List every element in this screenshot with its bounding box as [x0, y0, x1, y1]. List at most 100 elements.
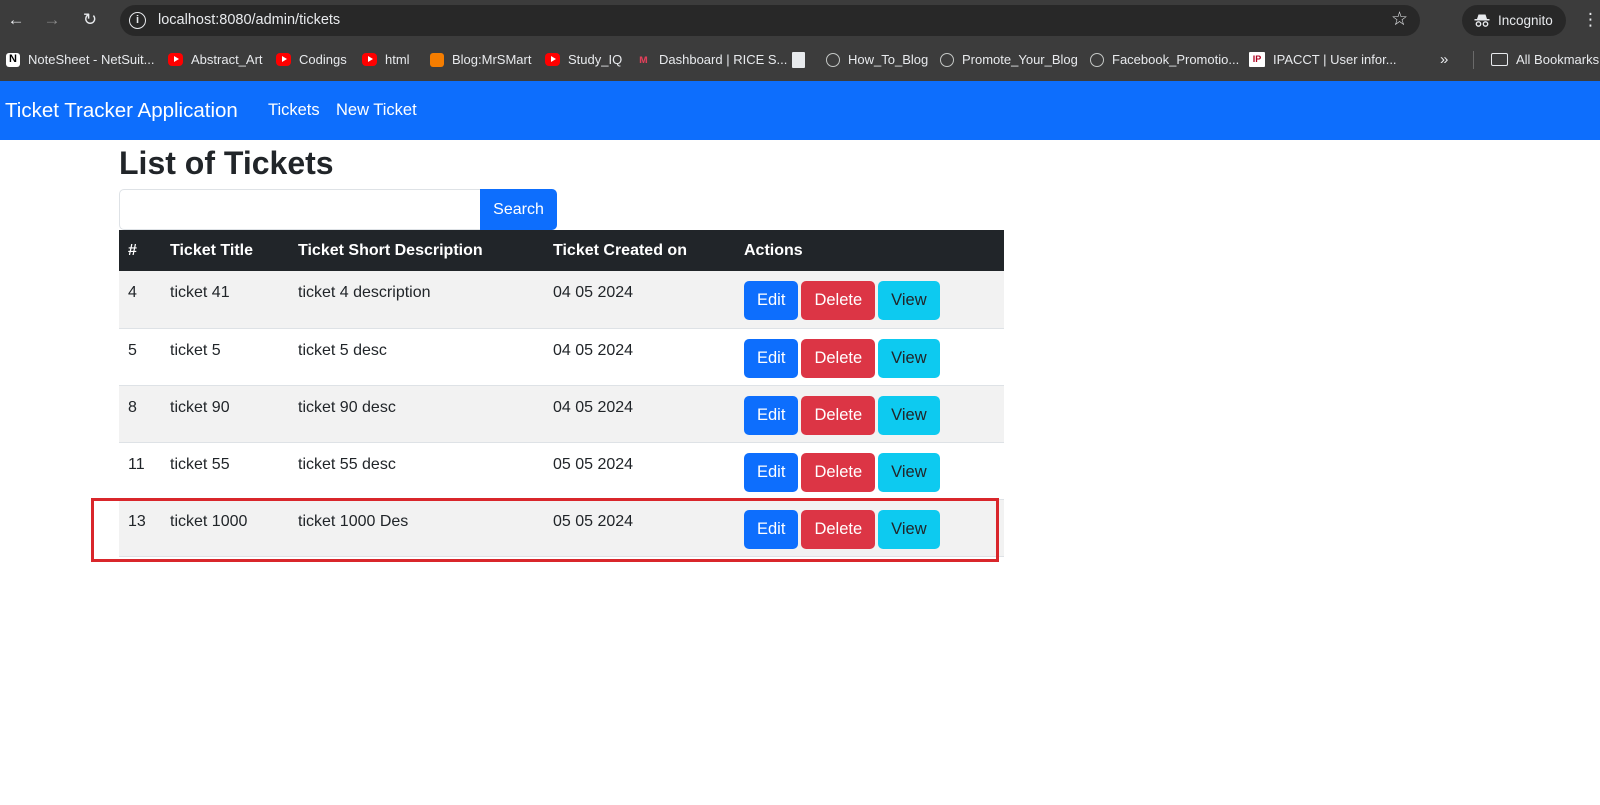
address-bar[interactable]: i localhost:8080/admin/tickets ☆: [120, 5, 1420, 36]
url-text[interactable]: localhost:8080/admin/tickets: [158, 5, 340, 36]
delete-button[interactable]: Delete: [801, 395, 876, 435]
cell-title: ticket 41: [161, 271, 289, 329]
view-button[interactable]: View: [878, 395, 940, 435]
delete-button[interactable]: Delete: [801, 281, 876, 320]
delete-button[interactable]: Delete: [801, 452, 876, 492]
edit-button[interactable]: Edit: [744, 338, 799, 378]
ipacct-icon: IP: [1249, 52, 1265, 68]
bookmark-item[interactable]: м Dashboard | RICE S...: [636, 50, 787, 70]
bookmark-item[interactable]: [792, 50, 813, 70]
bookmark-item[interactable]: Facebook_Promotio...: [1090, 50, 1239, 70]
all-bookmarks-label: All Bookmarks: [1516, 52, 1600, 67]
header-title: Ticket Title: [161, 230, 289, 271]
cell-description: ticket 55 desc: [289, 442, 544, 500]
incognito-icon: [1474, 14, 1490, 27]
browser-menu-icon[interactable]: ⋮: [1582, 9, 1599, 31]
cell-id: 11: [119, 442, 161, 500]
edit-button[interactable]: Edit: [744, 281, 799, 320]
app-brand[interactable]: Ticket Tracker Application: [5, 81, 238, 140]
bookmark-label: Dashboard | RICE S...: [659, 52, 788, 67]
incognito-badge[interactable]: Incognito: [1462, 5, 1566, 36]
cell-created: 04 05 2024: [544, 271, 735, 329]
header-number: #: [119, 230, 161, 271]
table-header-row: # Ticket Title Ticket Short Description …: [119, 230, 1004, 271]
edit-button[interactable]: Edit: [744, 452, 799, 492]
cell-id: 4: [119, 271, 161, 329]
bookmark-item[interactable]: Codings: [276, 50, 347, 70]
cell-created: 04 05 2024: [544, 328, 735, 386]
cell-actions: Edit Delete View: [735, 499, 1004, 557]
bookmark-item[interactable]: html: [362, 50, 410, 70]
delete-button[interactable]: Delete: [801, 509, 876, 549]
bookmark-item[interactable]: Promote_Your_Blog: [940, 50, 1078, 70]
view-button[interactable]: View: [878, 338, 940, 378]
cell-description: ticket 1000 Des: [289, 499, 544, 557]
view-button[interactable]: View: [878, 509, 940, 549]
cell-title: ticket 55: [161, 442, 289, 500]
incognito-label: Incognito: [1498, 13, 1553, 28]
bookmark-label: Promote_Your_Blog: [962, 52, 1078, 67]
table-row: 13 ticket 1000 ticket 1000 Des 05 05 202…: [119, 499, 1004, 557]
more-bookmarks-icon[interactable]: »: [1440, 50, 1448, 70]
header-created: Ticket Created on: [544, 230, 735, 271]
youtube-icon: [168, 53, 183, 67]
nav-new-ticket-link[interactable]: New Ticket: [336, 81, 417, 140]
cell-title: ticket 90: [161, 385, 289, 443]
cell-actions: Edit Delete View: [735, 328, 1004, 386]
view-button[interactable]: View: [878, 281, 940, 320]
search-button[interactable]: Search: [480, 189, 557, 230]
bookmark-label: NoteSheet - NetSuit...: [28, 52, 155, 67]
edit-button[interactable]: Edit: [744, 509, 799, 549]
cell-description: ticket 4 description: [289, 271, 544, 329]
bookmark-label: IPACCT | User infor...: [1273, 52, 1397, 67]
all-bookmarks-button[interactable]: All Bookmarks: [1491, 50, 1599, 70]
cell-description: ticket 5 desc: [289, 328, 544, 386]
page-title: List of Tickets: [119, 145, 334, 181]
cell-id: 5: [119, 328, 161, 386]
delete-button[interactable]: Delete: [801, 338, 876, 378]
bookmark-label: How_To_Blog: [848, 52, 929, 67]
youtube-icon: [276, 53, 291, 67]
youtube-icon: [545, 53, 560, 67]
notion-icon: N: [6, 52, 20, 67]
search-input[interactable]: [119, 189, 481, 230]
site-info-icon[interactable]: i: [129, 12, 146, 29]
nav-tickets-link[interactable]: Tickets: [268, 81, 320, 140]
bookmark-item[interactable]: Abstract_Art: [168, 50, 263, 70]
bookmark-label: Codings: [299, 52, 347, 67]
table-row: 4 ticket 41 ticket 4 description 04 05 2…: [119, 271, 1004, 329]
cell-actions: Edit Delete View: [735, 385, 1004, 443]
bookmark-label: Facebook_Promotio...: [1112, 52, 1240, 67]
edit-button[interactable]: Edit: [744, 395, 799, 435]
globe-icon: [940, 52, 954, 67]
bookmark-label: Blog:MrSMart: [452, 52, 532, 67]
bookmark-item[interactable]: How_To_Blog: [826, 50, 928, 70]
folder-icon: [1491, 53, 1508, 67]
app-navbar: Ticket Tracker Application Tickets New T…: [0, 81, 1600, 140]
back-arrow-icon[interactable]: ←: [5, 9, 27, 31]
cell-id: 13: [119, 499, 161, 557]
table-row: 8 ticket 90 ticket 90 desc 04 05 2024 Ed…: [119, 385, 1004, 443]
globe-icon: [1090, 52, 1104, 67]
bookmarks-divider: [1473, 51, 1474, 69]
view-button[interactable]: View: [878, 452, 940, 492]
youtube-icon: [362, 53, 377, 67]
bookmark-item[interactable]: Study_IQ: [545, 50, 622, 70]
header-actions: Actions: [735, 230, 1004, 271]
cell-created: 04 05 2024: [544, 385, 735, 443]
bookmark-item[interactable]: IP IPACCT | User infor...: [1249, 50, 1397, 70]
forward-arrow-icon[interactable]: →: [41, 9, 63, 31]
cell-actions: Edit Delete View: [735, 271, 1004, 329]
blogger-icon: [430, 52, 444, 67]
bookmark-star-icon[interactable]: ☆: [1391, 9, 1408, 31]
bookmark-item[interactable]: N NoteSheet - NetSuit...: [6, 50, 154, 70]
bookmarks-bar: N NoteSheet - NetSuit... Abstract_Art Cod…: [0, 40, 1600, 81]
table-row: 5 ticket 5 ticket 5 desc 04 05 2024 Edit…: [119, 328, 1004, 386]
rice-icon: м: [639, 52, 648, 67]
globe-icon: [826, 52, 840, 67]
reload-icon[interactable]: ↻: [79, 9, 101, 31]
bookmark-item[interactable]: Blog:MrSMart: [430, 50, 531, 70]
stack-icon: [792, 51, 805, 68]
tickets-table: # Ticket Title Ticket Short Description …: [119, 230, 1004, 557]
cell-created: 05 05 2024: [544, 442, 735, 500]
